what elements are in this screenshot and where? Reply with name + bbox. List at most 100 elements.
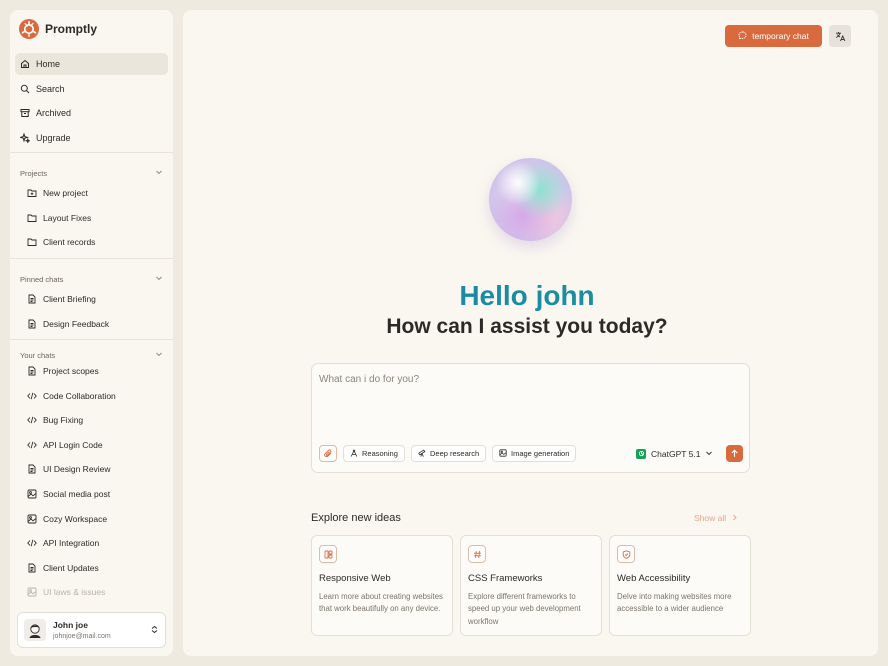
card-title: Web Accessibility bbox=[617, 573, 691, 584]
brand-logo-icon bbox=[19, 19, 39, 39]
image-generation-chip[interactable]: Image generation bbox=[492, 445, 577, 462]
sparkle-icon bbox=[20, 133, 30, 144]
pinned-title: Pinned chats bbox=[20, 274, 64, 284]
user-name: John joe bbox=[53, 620, 88, 630]
chat-item[interactable]: API Login Code bbox=[27, 434, 168, 456]
image-icon bbox=[27, 587, 37, 597]
home-icon bbox=[20, 59, 30, 69]
project-label: Layout Fixes bbox=[43, 212, 92, 223]
idea-card-responsive-web[interactable]: Responsive Web Learn more about creating… bbox=[311, 535, 453, 636]
pinned-chat-item[interactable]: Client Briefing bbox=[27, 288, 168, 310]
chat-label: Social media post bbox=[43, 488, 111, 499]
temporary-chat-button[interactable]: temporary chat bbox=[725, 25, 822, 47]
chevron-down-icon[interactable] bbox=[155, 274, 163, 284]
sidebar: Promptly Home Search Archived Upgrade Pr… bbox=[10, 10, 173, 656]
prompt-input[interactable] bbox=[319, 374, 739, 385]
avatar-illustration-icon bbox=[29, 624, 41, 638]
greeting-heading: Hello john bbox=[183, 280, 871, 312]
chat-item[interactable]: UI laws & issues bbox=[27, 581, 168, 603]
avatar bbox=[24, 619, 46, 641]
chat-label: API Login Code bbox=[43, 439, 103, 450]
chip-label: Deep research bbox=[430, 449, 480, 458]
show-all-label: Show all bbox=[694, 513, 727, 523]
user-card[interactable]: John joe johnjoe@mail.com bbox=[17, 612, 166, 648]
explore-heading: Explore new ideas bbox=[311, 512, 401, 524]
layout-icon bbox=[319, 545, 337, 563]
project-item-new[interactable]: New project bbox=[27, 182, 168, 204]
brand-name: Promptly bbox=[45, 22, 98, 36]
deep-research-chip[interactable]: Deep research bbox=[411, 445, 487, 462]
reasoning-chip[interactable]: Reasoning bbox=[343, 445, 405, 462]
user-email: johnjoe@mail.com bbox=[53, 633, 111, 640]
project-item[interactable]: Client records bbox=[27, 231, 168, 253]
assist-subtitle: How can I assist you today? bbox=[386, 315, 668, 338]
openai-logo-icon bbox=[636, 448, 646, 459]
attach-button[interactable] bbox=[319, 445, 337, 462]
chat-label: UI Design Review bbox=[43, 464, 111, 475]
chat-item[interactable]: Project scopes bbox=[27, 360, 168, 382]
projects-list: New project Layout Fixes Client records bbox=[27, 182, 168, 256]
chat-label: Bug Fixing bbox=[43, 415, 84, 426]
brand[interactable]: Promptly bbox=[19, 19, 97, 39]
nav-label: Upgrade bbox=[36, 133, 71, 144]
nav-item-upgrade[interactable]: Upgrade bbox=[15, 127, 168, 149]
chat-item[interactable]: Bug Fixing bbox=[27, 409, 168, 431]
chat-item[interactable]: Client Updates bbox=[27, 557, 168, 579]
nav-item-archived[interactable]: Archived bbox=[15, 102, 168, 124]
model-name: ChatGPT 5.1 bbox=[651, 448, 701, 459]
translate-icon bbox=[835, 31, 845, 41]
document-icon bbox=[27, 464, 37, 474]
code-icon bbox=[27, 391, 37, 401]
document-icon bbox=[27, 366, 37, 376]
project-label: Client records bbox=[43, 237, 96, 248]
telescope-icon bbox=[418, 448, 426, 459]
chat-bubble-icon bbox=[738, 31, 747, 42]
chat-item[interactable]: Social media post bbox=[27, 483, 168, 505]
idea-card-web-accessibility[interactable]: Web Accessibility Delve into making webs… bbox=[609, 535, 751, 636]
project-label: New project bbox=[43, 188, 88, 198]
chat-item[interactable]: Cozy Workspace bbox=[27, 508, 168, 530]
chat-item[interactable]: Code Collaboration bbox=[27, 385, 168, 407]
search-icon bbox=[20, 84, 30, 94]
pinned-header[interactable]: Pinned chats bbox=[20, 274, 163, 284]
chat-label: API Integration bbox=[43, 538, 100, 549]
chip-label: Reasoning bbox=[362, 449, 398, 458]
projects-header[interactable]: Projects bbox=[20, 168, 163, 178]
chat-label: Cozy Workspace bbox=[43, 513, 108, 524]
code-icon bbox=[27, 538, 37, 548]
chats-title: Your chats bbox=[20, 350, 56, 360]
chevron-down-icon[interactable] bbox=[155, 350, 163, 360]
chevron-up-down-icon[interactable] bbox=[150, 621, 159, 639]
nav-item-search[interactable]: Search bbox=[15, 78, 168, 100]
chats-header[interactable]: Your chats bbox=[20, 350, 163, 360]
pinned-chat-item[interactable]: Design Feedback bbox=[27, 313, 168, 335]
nav-item-home[interactable]: Home bbox=[15, 53, 168, 75]
chats-list: Project scopes Code Collaboration Bug Fi… bbox=[27, 360, 168, 606]
card-title: Responsive Web bbox=[319, 573, 391, 584]
model-selector[interactable]: ChatGPT 5.1 bbox=[636, 445, 713, 462]
image-icon bbox=[499, 448, 507, 459]
code-icon bbox=[27, 440, 37, 450]
chat-label: Client Updates bbox=[43, 562, 99, 573]
chip-label: Image generation bbox=[511, 449, 570, 458]
project-item[interactable]: Layout Fixes bbox=[27, 207, 168, 229]
chevron-right-icon bbox=[731, 513, 738, 523]
pinned-list: Client Briefing Design Feedback bbox=[27, 288, 168, 337]
translate-button[interactable] bbox=[829, 25, 851, 47]
card-description: Delve into making websites more accessib… bbox=[617, 592, 732, 614]
code-icon bbox=[27, 415, 37, 425]
shield-icon bbox=[617, 545, 635, 563]
folder-icon bbox=[27, 213, 37, 223]
show-all-link[interactable]: Show all bbox=[694, 513, 738, 523]
nav-label: Home bbox=[36, 59, 61, 69]
image-icon bbox=[27, 514, 37, 524]
send-button[interactable] bbox=[726, 445, 743, 462]
idea-card-css-frameworks[interactable]: CSS Frameworks Explore different framewo… bbox=[460, 535, 602, 636]
chevron-down-icon[interactable] bbox=[155, 168, 163, 178]
projects-title: Projects bbox=[20, 168, 48, 178]
chat-item[interactable]: UI Design Review bbox=[27, 458, 168, 480]
folder-icon bbox=[27, 237, 37, 247]
arrow-up-icon bbox=[731, 449, 738, 457]
chat-item[interactable]: API Integration bbox=[27, 532, 168, 554]
image-icon bbox=[27, 489, 37, 499]
